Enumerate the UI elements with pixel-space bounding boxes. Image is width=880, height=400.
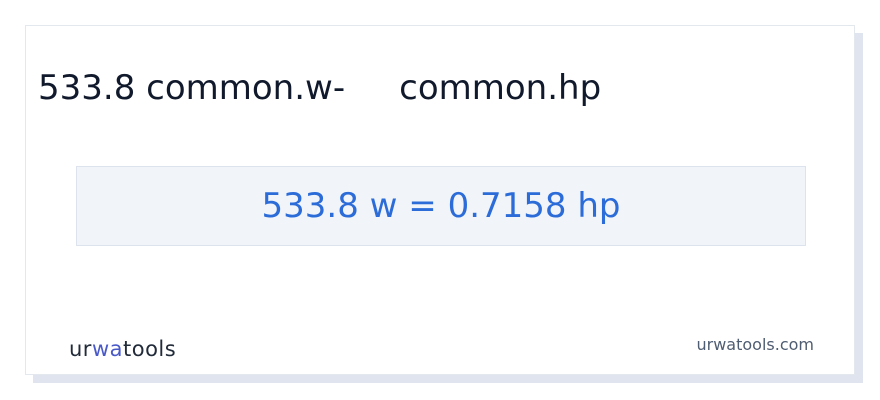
site-url: urwatools.com xyxy=(696,335,815,354)
conversion-from-label: 533.8 common.w- xyxy=(38,68,346,108)
result-text: 533.8 w = 0.7158 hp xyxy=(261,186,621,226)
logo-text-tools: tools xyxy=(123,337,177,361)
urwatools-logo: ur wa tools xyxy=(69,336,176,362)
conversion-to-label: common.hp xyxy=(399,68,602,108)
logo-text-ur: ur xyxy=(69,337,92,361)
converter-card: 533.8 common.w- common.hp 533.8 w = 0.71… xyxy=(25,25,855,375)
result-box: 533.8 w = 0.7158 hp xyxy=(76,166,806,246)
conversion-title: 533.8 common.w- common.hp xyxy=(38,66,601,110)
logo-text-wa: wa xyxy=(91,337,123,361)
